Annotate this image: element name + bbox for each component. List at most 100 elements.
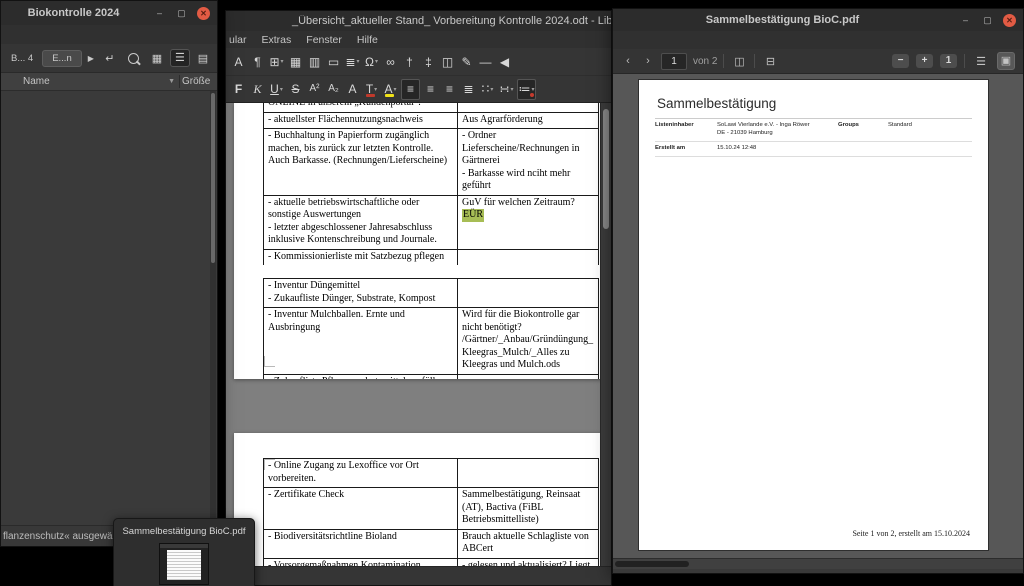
- minimize-icon[interactable]: –: [959, 14, 972, 27]
- bold-icon[interactable]: F ▾: [230, 80, 247, 99]
- meta-label: Listeninhaber: [655, 122, 717, 138]
- writer-document-area[interactable]: ONLINE in unserem „Kundenportal“. - aktu…: [226, 103, 611, 566]
- icon-glyph: ≡: [427, 83, 434, 95]
- zoom-in-icon[interactable]: +: [916, 54, 933, 68]
- list-view-icon[interactable]: ☰: [170, 49, 190, 67]
- insert-table-icon[interactable]: ⊞ ▾: [268, 52, 285, 71]
- table-cell-right: [458, 375, 599, 380]
- styles-icon[interactable]: A ▾: [230, 52, 247, 71]
- pdf-horizontal-scrollbar[interactable]: [613, 558, 1023, 569]
- file-tree-list[interactable]: [1, 91, 217, 525]
- next-page-icon[interactable]: ›: [641, 55, 655, 67]
- desktop: _Übersicht_aktueller Stand_ Vorbereitung…: [0, 0, 1024, 586]
- scrollbar-handle[interactable]: [603, 109, 609, 229]
- writer-toolbar-standard: A ▾ ¶ ▾ ⊞ ▾ ▦ ▾ ▥ ▾ ▭ ▾ ≣ ▾ Ω: [226, 48, 611, 76]
- scrollbar-handle[interactable]: [615, 561, 689, 567]
- table-cell-left: - Zertifikate Check: [263, 488, 458, 529]
- location-entry-icon[interactable]: ↵: [100, 52, 120, 65]
- subscript-icon[interactable]: A₂ ▾: [325, 80, 342, 99]
- insert-field-icon[interactable]: ≣ ▾: [344, 52, 361, 71]
- pdf-document-area[interactable]: Sammelbestätigung Listeninhaber SoLawi V…: [613, 74, 1023, 558]
- file-manager-titlebar[interactable]: Biokontrolle 2024 – ▢ ✕: [1, 1, 217, 25]
- insert-textbox-icon[interactable]: ▭ ▾: [325, 52, 342, 71]
- forward-button[interactable]: ▶: [85, 51, 97, 66]
- continuous-view-icon[interactable]: ☰: [972, 55, 990, 68]
- icon-glyph: K: [253, 83, 261, 95]
- font-color-icon[interactable]: T ▾: [363, 80, 380, 99]
- grid-view-icon[interactable]: ▦: [147, 52, 167, 65]
- strikethrough-icon[interactable]: S ▾: [287, 80, 304, 99]
- toolbar-overflow-icon[interactable]: ◀ ▾: [496, 52, 513, 71]
- list-column-headers[interactable]: Name ▼ Größe: [1, 73, 217, 91]
- icon-glyph: F: [235, 83, 242, 95]
- maximize-icon[interactable]: ▢: [175, 7, 188, 20]
- insert-footnote-icon[interactable]: † ▾: [401, 52, 418, 71]
- color-bar: [385, 94, 394, 97]
- page-number-input[interactable]: 1: [661, 53, 687, 70]
- italic-icon[interactable]: K ▾: [249, 80, 266, 99]
- icon-glyph: ≔: [518, 83, 530, 95]
- cell-text: - Zukaufliste Pflanzenschutzmittel ausfü…: [268, 376, 447, 380]
- table-cell-right: [458, 279, 599, 307]
- dual-page-view-icon[interactable]: ▣: [997, 52, 1015, 70]
- menu-item[interactable]: Hilfe: [357, 34, 378, 46]
- track-changes-icon[interactable]: ✎ ▾: [458, 52, 475, 71]
- icon-glyph: ‡: [425, 56, 432, 68]
- insert-chart-icon[interactable]: ▥ ▾: [306, 52, 323, 71]
- scrollbar-handle[interactable]: [211, 93, 215, 263]
- writer-titlebar[interactable]: _Übersicht_aktueller Stand_ Vorbereitung…: [226, 11, 611, 31]
- highlight-color-icon[interactable]: A ▾: [382, 80, 399, 99]
- previous-page-icon[interactable]: ‹: [621, 55, 635, 67]
- insert-comment-icon[interactable]: ◫ ▾: [439, 52, 456, 71]
- cell-text: - aktuelle betriebswirtschaftliche oder …: [268, 197, 437, 246]
- chevron-down-icon: ▾: [281, 58, 284, 65]
- back-button[interactable]: B... 4: [5, 50, 39, 67]
- column-header-size[interactable]: Größe: [182, 76, 215, 87]
- insert-line-icon[interactable]: — ▾: [477, 52, 494, 71]
- column-header-name[interactable]: Name: [23, 76, 50, 87]
- menu-item[interactable]: Extras: [262, 34, 292, 46]
- bullet-list-icon[interactable]: ∷ ▾: [479, 80, 496, 99]
- sidebar-toggle-icon[interactable]: ◫: [730, 55, 748, 68]
- writer-page-1[interactable]: ONLINE in unserem „Kundenportal“. - aktu…: [234, 103, 608, 379]
- insert-image-icon[interactable]: ▦ ▾: [287, 52, 304, 71]
- align-right-icon[interactable]: ≡ ▾: [441, 80, 458, 99]
- print-icon[interactable]: ⊟: [761, 55, 779, 68]
- superscript-icon[interactable]: A² ▾: [306, 80, 323, 99]
- writer-page-2[interactable]: - Online Zugang zu Lexoffice vor Ort vor…: [234, 433, 608, 566]
- align-center-icon[interactable]: ≡ ▾: [422, 80, 439, 99]
- cell-text: - Inventur Mulchballen. Ernte und Ausbri…: [268, 309, 405, 333]
- icon-glyph: ▭: [328, 56, 339, 68]
- clear-formatting-icon[interactable]: A ▾: [344, 80, 361, 99]
- file-list-scrollbar[interactable]: [210, 91, 216, 525]
- writer-vertical-scrollbar[interactable]: [600, 103, 611, 566]
- icon-glyph: ◀: [500, 56, 509, 68]
- column-divider[interactable]: [179, 75, 180, 88]
- insert-endnote-icon[interactable]: ‡ ▾: [420, 52, 437, 71]
- zoom-original-icon[interactable]: 1: [940, 54, 957, 68]
- table-row: - Inventur Düngemittel - Zukaufliste Dün…: [263, 279, 599, 308]
- zoom-out-icon[interactable]: −: [892, 54, 909, 68]
- numbered-list-icon[interactable]: ∺ ▾: [498, 80, 515, 99]
- maximize-icon[interactable]: ▢: [981, 14, 994, 27]
- underline-icon[interactable]: U ▾: [268, 80, 285, 99]
- minimize-icon[interactable]: –: [153, 7, 166, 20]
- special-character-icon[interactable]: Ω ▾: [363, 52, 380, 71]
- formatting-marks-icon[interactable]: ¶ ▾: [249, 52, 266, 71]
- close-icon[interactable]: ✕: [1003, 14, 1016, 27]
- icon-glyph: U: [270, 83, 279, 95]
- menu-item[interactable]: ular: [229, 34, 247, 46]
- window-preview-popup[interactable]: Sammelbestätigung BioC.pdf: [113, 518, 255, 586]
- compact-view-icon[interactable]: ▤: [193, 52, 213, 65]
- current-folder-button[interactable]: E...n: [42, 50, 82, 67]
- table-cell-right: [458, 250, 599, 266]
- close-icon[interactable]: ✕: [197, 7, 210, 20]
- align-left-icon[interactable]: ≡ ▾: [401, 79, 420, 100]
- outline-list-icon[interactable]: ≔ ▾: [517, 79, 536, 100]
- pdf-titlebar[interactable]: Sammelbestätigung BioC.pdf – ▢ ✕: [613, 9, 1023, 31]
- menu-item[interactable]: Fenster: [306, 34, 342, 46]
- search-icon[interactable]: [128, 53, 139, 64]
- justify-icon[interactable]: ≣ ▾: [460, 80, 477, 99]
- insert-hyperlink-icon[interactable]: ∞ ▾: [382, 52, 399, 71]
- icon-glyph: ≡: [446, 83, 453, 95]
